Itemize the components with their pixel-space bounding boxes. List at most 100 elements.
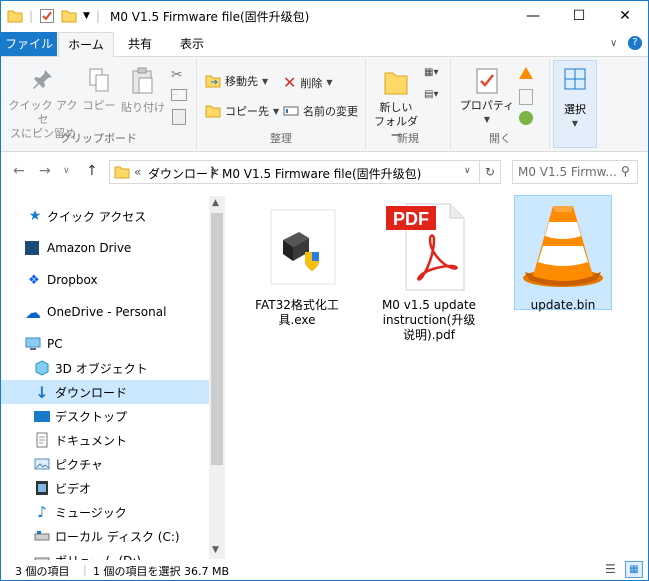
organize-group-label: 整理 xyxy=(270,132,292,145)
star-icon: ★ xyxy=(28,208,42,224)
tab-home[interactable]: ホーム xyxy=(58,32,114,58)
copy-button[interactable]: コピー xyxy=(81,67,117,113)
nav-item-local-disk-c[interactable]: ローカル ディスク (C:) xyxy=(1,524,209,548)
minimize-button[interactable]: — xyxy=(510,1,556,31)
move-to-button[interactable]: 移動先 ▼ xyxy=(205,73,268,89)
dropbox-icon: ❖ xyxy=(28,272,40,288)
paste-shortcut-icon[interactable] xyxy=(172,109,186,125)
tab-file[interactable]: ファイル xyxy=(1,32,57,56)
pin-icon xyxy=(33,70,52,89)
breadcrumb-separator-icon[interactable]: ❯ xyxy=(209,166,217,177)
nav-item-3d-objects[interactable]: 3D オブジェクト xyxy=(1,356,209,380)
cut-icon[interactable]: ✂ xyxy=(171,67,183,83)
back-button[interactable]: ← xyxy=(13,163,25,179)
file-name: M0 v1.5 update instruction(升级说明).pdf xyxy=(381,298,477,342)
paste-icon xyxy=(132,67,153,94)
help-icon[interactable]: ? xyxy=(628,36,642,50)
delete-button[interactable]: ✕ 削除 ▼ xyxy=(283,73,333,92)
properties-button[interactable]: プロパティ ▼ xyxy=(459,67,515,127)
nav-item-label: Dropbox xyxy=(47,273,98,287)
ribbon-collapse-icon[interactable]: ∨ xyxy=(610,38,617,49)
up-button[interactable]: ↑ xyxy=(86,163,98,179)
copy-label: コピー xyxy=(82,99,116,112)
nav-item-pc[interactable]: PC xyxy=(1,332,209,356)
navigation-scrollbar[interactable]: ▲ ▼ xyxy=(209,196,225,559)
onedrive-icon: ☁ xyxy=(25,302,41,322)
copy-icon xyxy=(89,68,109,92)
copy-to-icon xyxy=(205,105,221,118)
close-button[interactable]: ✕ xyxy=(602,1,648,31)
paste-button[interactable]: 貼り付け xyxy=(119,67,167,115)
drive-icon xyxy=(34,531,50,541)
nav-item-music[interactable]: ♪ ミュージック xyxy=(1,500,209,524)
new-folder-icon xyxy=(384,72,408,95)
forward-button[interactable]: → xyxy=(39,163,51,179)
nav-item-label: Amazon Drive xyxy=(47,241,132,255)
tab-view[interactable]: 表示 xyxy=(171,32,213,56)
file-item[interactable]: PDF M0 v1.5 update instruction(升级说明).pdf xyxy=(381,198,477,343)
nav-item-videos[interactable]: ビデオ xyxy=(1,476,209,500)
scroll-up-icon[interactable]: ▲ xyxy=(212,198,219,208)
copy-to-button[interactable]: コピー先 ▼ xyxy=(205,103,279,119)
music-icon: ♪ xyxy=(37,503,47,521)
address-bar[interactable]: « ダウンロード ❯ M0 V1.5 Firmware file(固件升级包) … xyxy=(109,160,501,184)
refresh-icon[interactable]: ↻ xyxy=(479,161,500,183)
pictures-icon xyxy=(34,458,50,470)
clipboard-group: クイック アクセ スにピン留め コピー 貼り付け ✂ … クリップボード xyxy=(1,59,197,149)
open-group-label: 開く xyxy=(489,132,511,145)
large-icons-view-icon[interactable]: ▦ xyxy=(625,561,643,578)
nav-item-downloads[interactable]: ↓ ダウンロード xyxy=(1,380,209,404)
file-item-selected[interactable]: update.bin xyxy=(514,195,612,312)
exe-icon xyxy=(249,198,345,294)
nav-item-documents[interactable]: ドキュメント xyxy=(1,428,209,452)
delete-label: 削除 xyxy=(300,76,323,90)
nav-item-pictures[interactable]: ピクチャ xyxy=(1,452,209,476)
properties-check-icon[interactable] xyxy=(39,8,55,24)
customize-qat-icon[interactable]: ▼ xyxy=(83,11,90,21)
nav-item-dropbox[interactable]: ❖ Dropbox xyxy=(1,268,209,292)
nav-item-label: ビデオ xyxy=(55,481,92,496)
move-to-label: 移動先 xyxy=(225,75,258,88)
new-item-icon[interactable]: ▦▾ xyxy=(424,67,438,78)
search-icon[interactable]: ⚲ xyxy=(621,164,630,178)
tab-share[interactable]: 共有 xyxy=(119,32,161,56)
folder-icon xyxy=(7,10,23,23)
file-name: update.bin xyxy=(530,298,596,312)
nav-item-label: 3D オブジェクト xyxy=(55,361,148,376)
recent-locations-icon[interactable]: ∨ xyxy=(63,166,70,176)
select-icon xyxy=(564,68,586,90)
status-divider: | xyxy=(83,563,87,576)
item-count: 3 個の項目 xyxy=(15,565,70,578)
navigation-pane: ★ クイック アクセス Amazon Drive ❖ Dropbox ☁ One… xyxy=(1,196,223,561)
3d-objects-icon xyxy=(35,360,49,376)
nav-item-label: OneDrive - Personal xyxy=(47,305,167,319)
open-group: プロパティ ▼ 開く xyxy=(451,59,550,149)
search-box[interactable]: M0 V1.5 Firmw... ⚲ xyxy=(512,160,638,184)
quick-access-toolbar: | ▼ | xyxy=(7,8,100,24)
documents-icon xyxy=(36,432,48,448)
delete-icon: ✕ xyxy=(283,73,297,92)
breadcrumb-overflow[interactable]: « xyxy=(134,165,141,179)
scrollbar-thumb[interactable] xyxy=(211,213,223,465)
nav-item-quick-access[interactable]: ★ クイック アクセス xyxy=(1,204,209,228)
rename-button[interactable]: 名前の変更 xyxy=(283,103,358,119)
breadcrumb-current-folder[interactable]: M0 V1.5 Firmware file(固件升级包) xyxy=(222,165,421,182)
select-button[interactable]: 選択 ▼ xyxy=(553,60,597,148)
nav-item-onedrive[interactable]: ☁ OneDrive - Personal xyxy=(1,300,209,324)
details-view-icon[interactable]: ☰ xyxy=(605,562,616,576)
address-dropdown-icon[interactable]: ∨ xyxy=(464,166,471,176)
easy-access-icon[interactable]: ▤▾ xyxy=(424,89,438,100)
nav-item-desktop[interactable]: デスクトップ xyxy=(1,404,209,428)
copy-path-icon[interactable]: … xyxy=(171,89,187,101)
history-icon[interactable] xyxy=(519,111,533,125)
maximize-button[interactable]: ☐ xyxy=(556,1,602,31)
file-item[interactable]: FAT32格式化工具.exe xyxy=(249,198,345,328)
copy-to-label: コピー先 xyxy=(225,105,269,118)
new-folder-icon[interactable] xyxy=(61,9,77,23)
edit-icon[interactable] xyxy=(519,89,533,105)
scroll-down-icon[interactable]: ▼ xyxy=(212,545,219,555)
properties-icon xyxy=(476,68,498,94)
organize-group: 移動先 ▼ ✕ 削除 ▼ コピー先 ▼ 名前の変更 整理 xyxy=(197,59,366,149)
nav-item-amazon-drive[interactable]: Amazon Drive xyxy=(1,236,209,260)
open-icon[interactable] xyxy=(519,67,533,79)
